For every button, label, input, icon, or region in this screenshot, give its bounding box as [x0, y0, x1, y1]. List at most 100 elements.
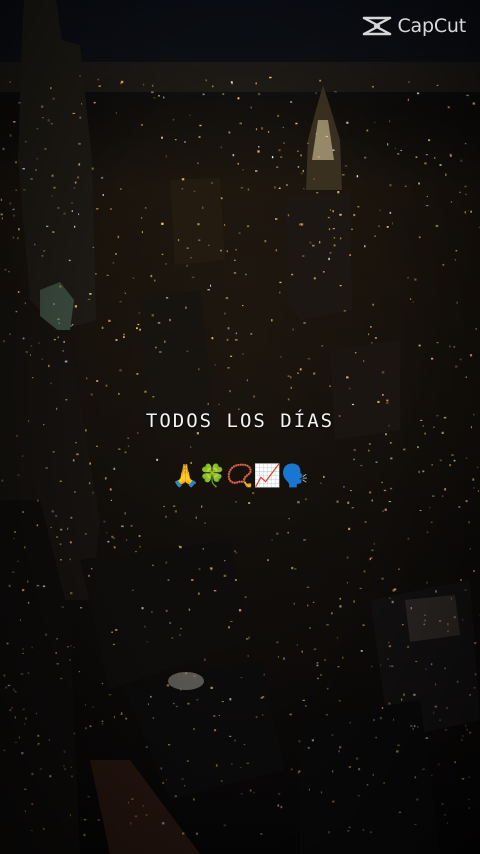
window-light	[326, 624, 329, 626]
window-light	[212, 85, 214, 88]
window-light	[410, 298, 412, 300]
window-light	[444, 667, 446, 670]
window-light	[186, 760, 189, 762]
window-light	[115, 253, 117, 255]
window-light	[18, 228, 20, 231]
window-light	[47, 119, 50, 122]
window-light	[215, 764, 218, 767]
window-light	[180, 627, 182, 630]
window-light	[355, 757, 359, 760]
window-light	[332, 800, 335, 803]
window-light	[240, 793, 243, 795]
window-light	[22, 511, 24, 513]
window-light	[374, 235, 376, 237]
window-light	[103, 520, 106, 523]
window-light	[332, 228, 335, 230]
window-light	[442, 495, 444, 497]
window-light	[71, 775, 73, 778]
window-light	[368, 449, 370, 452]
window-light	[30, 345, 33, 347]
window-light	[45, 633, 48, 636]
window-light	[198, 567, 201, 571]
window-light	[210, 686, 213, 689]
window-light	[50, 526, 52, 528]
window-light	[288, 518, 290, 520]
window-light	[234, 259, 236, 261]
window-light	[230, 355, 233, 357]
window-light	[78, 142, 81, 145]
window-light	[50, 123, 53, 125]
window-light	[140, 217, 143, 219]
window-light	[450, 597, 453, 600]
window-light	[276, 641, 279, 644]
window-light	[218, 403, 220, 405]
window-light	[24, 810, 26, 813]
window-light	[90, 393, 93, 396]
window-light	[353, 600, 355, 603]
window-light	[382, 510, 384, 512]
window-light	[74, 181, 77, 184]
window-light	[248, 636, 250, 639]
window-light	[381, 577, 384, 580]
window-light	[70, 766, 73, 768]
window-light	[24, 140, 27, 143]
window-light	[410, 725, 413, 727]
window-light	[287, 214, 290, 217]
window-light	[465, 376, 467, 378]
window-light	[161, 136, 163, 139]
window-light	[97, 819, 100, 821]
window-light	[92, 491, 94, 494]
window-light	[12, 236, 15, 239]
window-light	[455, 250, 458, 252]
window-light	[115, 339, 118, 341]
window-light	[290, 101, 293, 103]
window-light	[186, 247, 189, 249]
window-light	[386, 399, 389, 402]
window-light	[230, 621, 233, 622]
window-light	[96, 380, 99, 382]
window-light	[140, 123, 143, 126]
window-light	[283, 657, 286, 660]
window-light	[201, 505, 203, 508]
window-light	[301, 650, 303, 653]
window-light	[424, 614, 426, 616]
window-light	[24, 302, 26, 305]
window-light	[89, 725, 92, 728]
window-light	[232, 154, 235, 157]
window-light	[439, 164, 442, 166]
window-light	[36, 128, 39, 130]
window-light	[91, 167, 94, 170]
window-light	[63, 768, 67, 770]
window-light	[389, 442, 392, 444]
window-light	[384, 508, 387, 511]
window-light	[184, 141, 186, 143]
window-light	[464, 589, 467, 591]
window-light	[429, 507, 431, 509]
window-light	[138, 535, 141, 537]
capcut-watermark: CapCut	[361, 14, 466, 38]
window-light	[425, 668, 427, 670]
window-light	[311, 739, 314, 742]
window-light	[331, 734, 334, 736]
window-light	[101, 720, 104, 722]
window-light	[7, 684, 11, 687]
window-light	[425, 154, 428, 156]
window-light	[238, 609, 242, 612]
window-light	[93, 101, 96, 104]
window-light	[111, 631, 113, 633]
window-light	[46, 225, 49, 227]
window-light	[71, 210, 73, 212]
window-light	[161, 253, 164, 255]
window-light	[72, 112, 76, 114]
window-light	[248, 502, 251, 504]
window-light	[336, 500, 339, 503]
window-light	[106, 532, 108, 534]
window-light	[329, 252, 332, 254]
window-light	[243, 744, 246, 746]
window-light	[313, 648, 317, 651]
window-light	[280, 356, 282, 358]
window-light	[383, 782, 385, 784]
window-light	[71, 202, 73, 204]
window-light	[339, 285, 342, 287]
window-light	[315, 92, 318, 95]
